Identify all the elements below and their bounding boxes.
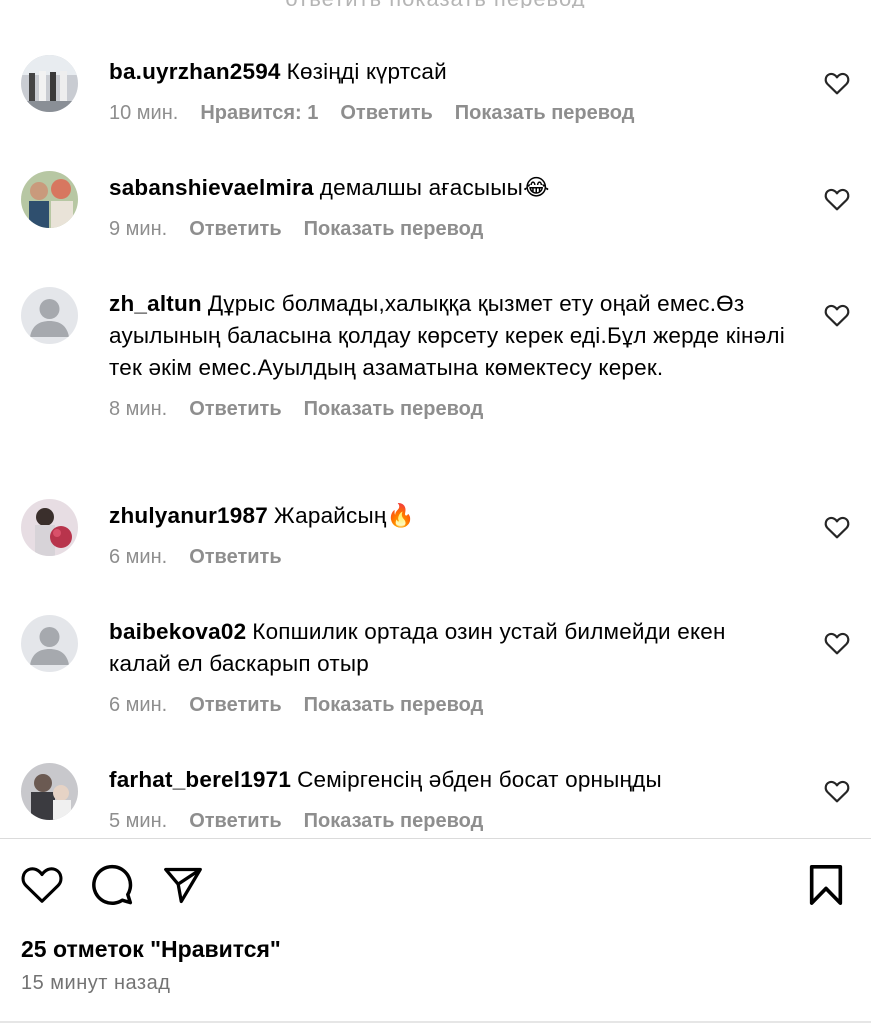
- reply-button[interactable]: Ответить: [340, 102, 432, 125]
- avatar[interactable]: [21, 55, 78, 112]
- heart-outline-icon[interactable]: [20, 864, 64, 904]
- comment-text: Көзіңді күртсай: [286, 59, 447, 84]
- comment-meta: 8 мин. Ответить Показать перевод: [109, 398, 799, 421]
- cut-off-text: ответить показать перевод: [0, 0, 871, 8]
- comment-body: sabanshievaelmira демалшы ағасыыы😂 9 мин.…: [109, 172, 799, 241]
- comment-text: демалшы ағасыыы😂: [319, 175, 550, 200]
- reply-button[interactable]: Ответить: [189, 218, 281, 241]
- comment-time: 9 мин.: [109, 218, 168, 240]
- comment-text: Жарайсың🔥: [273, 503, 415, 528]
- show-translation-button[interactable]: Показать перевод: [304, 694, 484, 717]
- comment-meta: 9 мин. Ответить Показать перевод: [109, 218, 799, 241]
- heart-icon[interactable]: [824, 187, 850, 211]
- comment-time: 6 мин.: [109, 546, 168, 568]
- default-avatar-icon: [30, 627, 69, 665]
- heart-icon[interactable]: [824, 779, 850, 803]
- comment-username[interactable]: ba.uyrzhan2594: [109, 59, 281, 84]
- heart-icon[interactable]: [824, 71, 850, 95]
- comment-username[interactable]: baibekova02: [109, 619, 246, 644]
- reply-button[interactable]: Ответить: [189, 694, 281, 717]
- comment-username[interactable]: zh_altun: [109, 291, 202, 316]
- post-time: 15 минут назад: [21, 972, 171, 994]
- comment-body: baibekova02 Копшилик ортада озин устай би…: [109, 616, 799, 717]
- comment-meta: 5 мин. Ответить Показать перевод: [109, 810, 799, 833]
- post-actions-bar: [0, 860, 871, 912]
- comment-time: 10 мин.: [109, 102, 179, 124]
- avatar[interactable]: [21, 287, 78, 344]
- heart-icon[interactable]: [824, 631, 850, 655]
- comment-body: zh_altun Дұрыс болмады,халыққа қызмет ету…: [109, 288, 799, 421]
- reply-button[interactable]: Ответить: [189, 810, 281, 833]
- comment-body: zhulyanur1987 Жарайсың🔥 6 мин. Ответить: [109, 500, 799, 569]
- reply-button[interactable]: Ответить: [189, 398, 281, 421]
- comment-time: 8 мин.: [109, 398, 168, 420]
- divider: [0, 1021, 871, 1023]
- paper-plane-icon[interactable]: [162, 866, 204, 904]
- comment-likes-count[interactable]: Нравится: 1: [200, 102, 318, 125]
- avatar[interactable]: [21, 763, 78, 820]
- show-translation-button[interactable]: Показать перевод: [455, 102, 635, 125]
- comment-text-row: farhat_berel1971 Семіргенсің әбден босат …: [109, 764, 799, 796]
- comments-list: ba.uyrzhan2594 Көзіңді күртсай 10 мин. Нр…: [0, 0, 871, 838]
- show-translation-button[interactable]: Показать перевод: [304, 398, 484, 421]
- comment-meta: 6 мин. Ответить: [109, 546, 799, 569]
- show-translation-button[interactable]: Показать перевод: [304, 218, 484, 241]
- default-avatar-icon: [30, 299, 69, 337]
- comment-body: farhat_berel1971 Семіргенсің әбден босат …: [109, 764, 799, 833]
- heart-icon[interactable]: [824, 515, 850, 539]
- comment-meta: 10 мин. Нравится: 1 Ответить Показать пе…: [109, 102, 799, 125]
- comment-username[interactable]: farhat_berel1971: [109, 767, 291, 792]
- comment-bubble-icon[interactable]: [90, 863, 134, 907]
- divider: [0, 838, 871, 839]
- comment-time: 6 мин.: [109, 694, 168, 716]
- likes-count[interactable]: 25 отметок "Нравится": [21, 936, 281, 963]
- comment-text: Семіргенсің әбден босат орныңды: [297, 767, 662, 792]
- bookmark-icon[interactable]: [808, 864, 844, 906]
- avatar[interactable]: [21, 171, 78, 228]
- comment-text-row: zh_altun Дұрыс болмады,халыққа қызмет ету…: [109, 288, 789, 384]
- comment-meta: 6 мин. Ответить Показать перевод: [109, 694, 799, 717]
- comment-username[interactable]: sabanshievaelmira: [109, 175, 314, 200]
- comment-text-row: baibekova02 Копшилик ортада озин устай би…: [109, 616, 749, 680]
- heart-icon[interactable]: [824, 303, 850, 327]
- comment-text: Дұрыс болмады,халыққа қызмет ету оңай ем…: [109, 291, 785, 380]
- comment-time: 5 мин.: [109, 810, 168, 832]
- comment-username[interactable]: zhulyanur1987: [109, 503, 268, 528]
- comment-text-row: zhulyanur1987 Жарайсың🔥: [109, 500, 799, 532]
- comment-text-row: ba.uyrzhan2594 Көзіңді күртсай: [109, 56, 799, 88]
- avatar[interactable]: [21, 615, 78, 672]
- show-translation-button[interactable]: Показать перевод: [304, 810, 484, 833]
- avatar[interactable]: [21, 499, 78, 556]
- comment-text-row: sabanshievaelmira демалшы ағасыыы😂: [109, 172, 799, 204]
- comment-body: ba.uyrzhan2594 Көзіңді күртсай 10 мин. Нр…: [109, 56, 799, 125]
- reply-button[interactable]: Ответить: [189, 546, 281, 569]
